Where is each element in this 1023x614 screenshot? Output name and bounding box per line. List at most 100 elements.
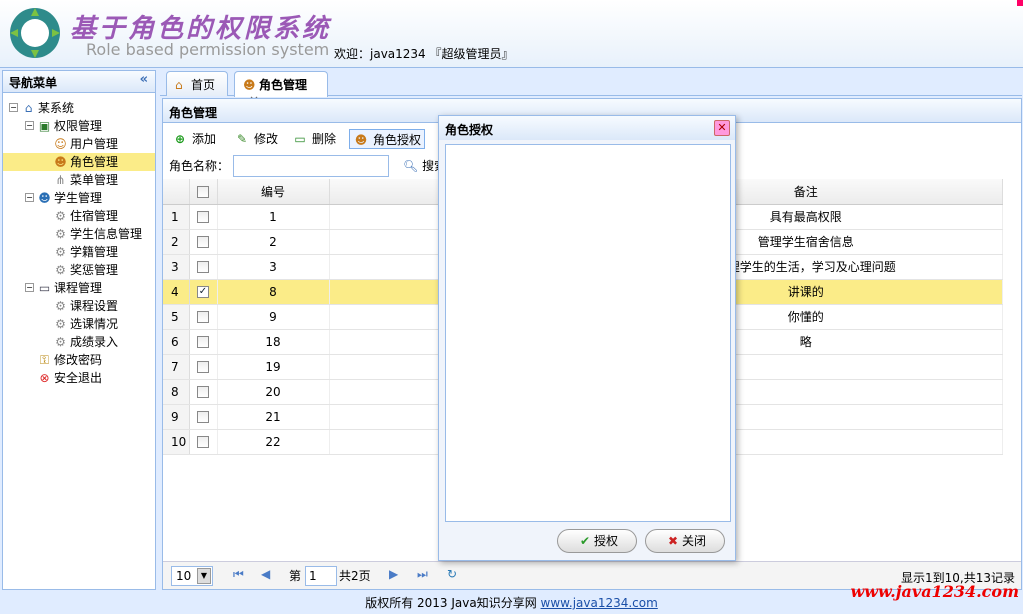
check-icon: ✔	[579, 534, 591, 548]
cell-id: 20	[217, 379, 330, 405]
watermark: www.java1234.com	[850, 582, 1019, 601]
app-logo-icon	[10, 8, 60, 58]
total-pages: 共2页	[339, 569, 371, 583]
nav-item[interactable]: − ☻ 学生管理	[3, 189, 155, 207]
welcome-text: 欢迎：java1234 『超级管理员』	[334, 47, 514, 61]
nav-item[interactable]: − ▣ 权限管理	[3, 117, 155, 135]
checkbox[interactable]	[197, 185, 209, 198]
collapse-icon[interactable]: «	[140, 72, 148, 87]
row-checkbox-cell[interactable]	[189, 354, 218, 380]
checkbox[interactable]	[197, 411, 209, 423]
checkbox[interactable]	[197, 261, 209, 273]
row-checkbox-cell[interactable]	[189, 329, 218, 355]
row-number: 3	[163, 254, 190, 280]
prev-page-icon[interactable]: ◀	[261, 567, 270, 581]
role-icon: ☻	[354, 133, 368, 147]
checkbox[interactable]	[197, 436, 209, 448]
nav-item-label: 学生管理	[54, 191, 103, 205]
page-number-input[interactable]: 1	[305, 566, 337, 586]
add-button[interactable]: ⊕ 添加	[169, 129, 219, 149]
gear-icon: ⚙	[55, 245, 66, 259]
cell-id: 8	[217, 279, 330, 305]
tab-home[interactable]: ⌂ 首页	[166, 71, 228, 96]
checkbox[interactable]	[197, 211, 209, 223]
gear-icon: ⚙	[55, 227, 66, 241]
cell-id: 9	[217, 304, 330, 330]
nav-item[interactable]: ⚙ 学生信息管理	[3, 225, 155, 243]
cell-id: 18	[217, 329, 330, 355]
cell-id: 2	[217, 229, 330, 255]
nav-item-label: 学籍管理	[70, 245, 119, 259]
authorize-button[interactable]: ✔ 授权	[557, 529, 637, 553]
permission-tree-area[interactable]	[445, 144, 731, 522]
edit-button-label: 修改	[254, 132, 279, 146]
nav-item[interactable]: ☺ 用户管理	[3, 135, 155, 153]
row-checkbox-cell[interactable]	[189, 204, 218, 230]
edit-button[interactable]: ✎ 修改	[231, 129, 281, 149]
checkbox[interactable]: ✓	[197, 286, 209, 298]
nav-item[interactable]: ⚙ 成绩录入	[3, 333, 155, 351]
nav-item[interactable]: ☻ 角色管理	[3, 153, 155, 171]
row-checkbox-cell[interactable]	[189, 254, 218, 280]
row-checkbox-cell[interactable]: ✓	[189, 279, 218, 305]
nav-item[interactable]: ⚙ 课程设置	[3, 297, 155, 315]
role-name-input[interactable]	[233, 155, 389, 177]
row-checkbox-cell[interactable]	[189, 304, 218, 330]
nav-item[interactable]: ⚙ 住宿管理	[3, 207, 155, 225]
page-size-select[interactable]: 10 ▼	[171, 566, 213, 586]
site-link[interactable]: www.java1234.com	[541, 596, 658, 610]
checkbox[interactable]	[197, 236, 209, 248]
key-icon: ▣	[38, 119, 51, 133]
close-label: 关闭	[681, 534, 706, 548]
cell-id: 22	[217, 429, 330, 455]
first-page-icon[interactable]: ⏮	[233, 567, 244, 582]
last-page-icon[interactable]: ⏭	[417, 567, 428, 582]
next-page-icon[interactable]: ▶	[389, 567, 398, 581]
checkbox[interactable]	[197, 336, 209, 348]
expander-icon[interactable]: −	[9, 103, 18, 112]
row-checkbox-cell[interactable]	[189, 404, 218, 430]
dialog-close-icon[interactable]: ✕	[714, 120, 730, 136]
tab-bar: ⌂ 首页 ☻角色管理×	[160, 70, 1022, 107]
nav-item[interactable]: − ▭ 课程管理	[3, 279, 155, 297]
nav-item[interactable]: − ⌂ 某系统	[3, 99, 155, 117]
nav-item-label: 选课情况	[70, 317, 119, 331]
search-row: 角色名称： 🔍︎ 搜索	[169, 155, 446, 177]
nav-item[interactable]: ⚿ 修改密码	[3, 351, 155, 369]
role-auth-button[interactable]: ☻ 角色授权	[349, 129, 426, 149]
monitor-icon: ▭	[38, 281, 51, 295]
gear-icon: ⚙	[55, 335, 66, 349]
row-checkbox-cell[interactable]	[189, 229, 218, 255]
nav-item[interactable]: ⋔ 菜单管理	[3, 171, 155, 189]
nav-item[interactable]: ⚙ 奖惩管理	[3, 261, 155, 279]
search-icon: 🔍︎	[403, 159, 419, 173]
nav-item-label: 住宿管理	[70, 209, 119, 223]
close-button[interactable]: ✖ 关闭	[645, 529, 725, 553]
checkbox[interactable]	[197, 311, 209, 323]
nav-tree: − ⌂ 某系统 − ▣ 权限管理 ☺ 用户管理 ☻ 角色管理 ⋔ 菜单管理 − ☻ 学生管理 ⚙ 住宿管理 ⚙ 学生…	[3, 93, 155, 387]
expander-icon[interactable]: −	[25, 193, 34, 202]
home-icon: ⌂	[175, 78, 183, 92]
nav-item-label: 菜单管理	[70, 173, 119, 187]
refresh-icon[interactable]: ↻	[447, 567, 457, 581]
expander-icon[interactable]: −	[25, 283, 34, 292]
row-checkbox-cell[interactable]	[189, 379, 218, 405]
page-size-value: 10	[176, 569, 192, 583]
checkbox[interactable]	[197, 361, 209, 373]
nav-item-label: 权限管理	[54, 119, 103, 133]
row-number: 7	[163, 354, 190, 380]
delete-button[interactable]: ▭ 删除	[289, 129, 339, 149]
row-number: 9	[163, 404, 190, 430]
checkbox[interactable]	[197, 386, 209, 398]
column-header-id[interactable]: 编号	[217, 179, 330, 205]
gear-icon: ⚙	[55, 209, 66, 223]
tree-icon: ⋔	[55, 173, 66, 187]
select-all-checkbox[interactable]	[189, 179, 218, 205]
tab-role-management[interactable]: ☻角色管理×	[234, 71, 328, 107]
nav-item[interactable]: ⊗ 安全退出	[3, 369, 155, 387]
nav-item[interactable]: ⚙ 学籍管理	[3, 243, 155, 261]
nav-panel-header: 导航菜单 «	[3, 71, 155, 93]
row-checkbox-cell[interactable]	[189, 429, 218, 455]
expander-icon[interactable]: −	[25, 121, 34, 130]
nav-item[interactable]: ⚙ 选课情况	[3, 315, 155, 333]
